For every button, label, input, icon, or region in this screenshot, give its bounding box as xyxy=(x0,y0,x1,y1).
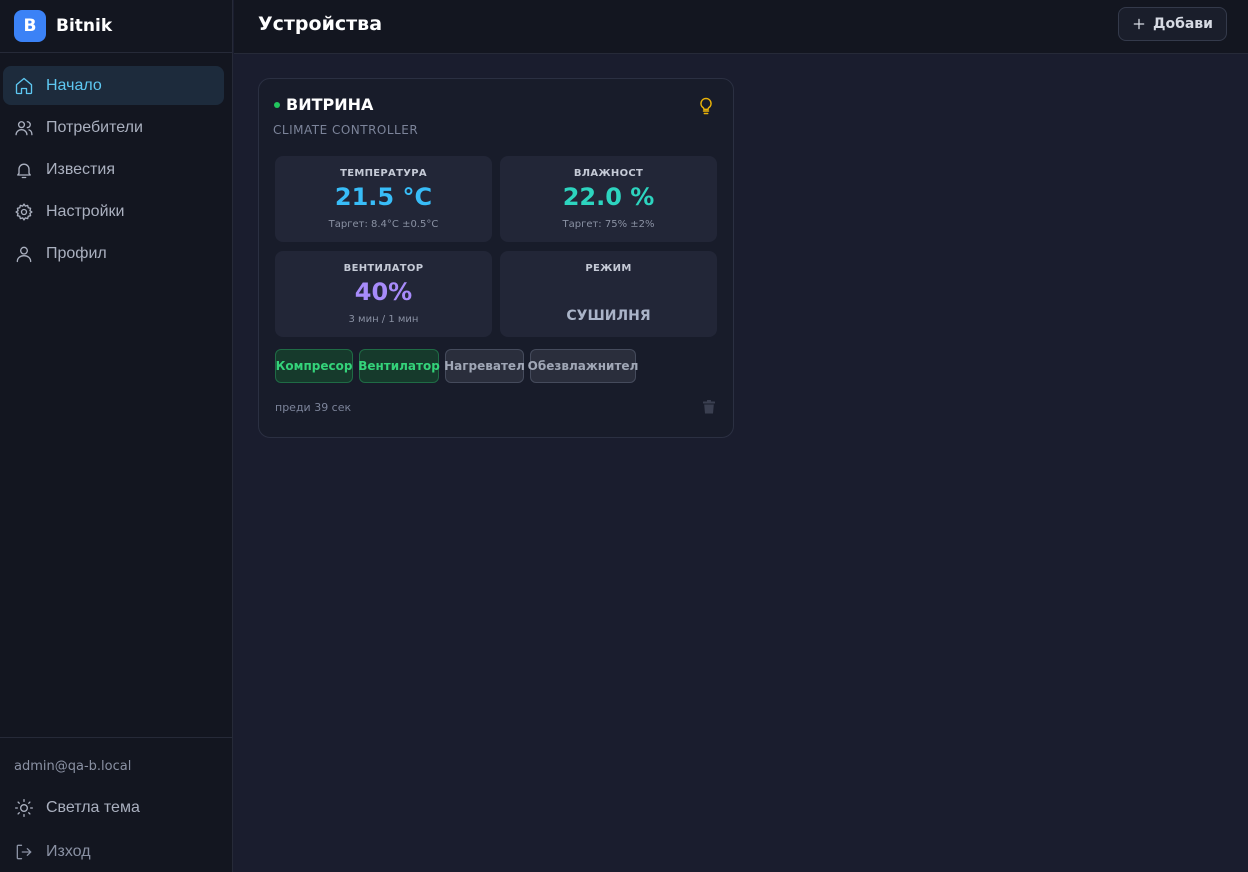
relay-fan[interactable]: Вентилатор xyxy=(358,349,440,383)
device-card[interactable]: ВИТРИНА CLIMATE CONTROLLER ТЕМПЕРАТУРА 2… xyxy=(258,78,734,438)
app-logo: B xyxy=(14,10,46,42)
relay-compressor[interactable]: Компресор xyxy=(275,349,353,383)
status-dot xyxy=(274,102,280,108)
fan-tile: ВЕНТИЛАТОР 40% 3 мин / 1 мин xyxy=(275,251,492,337)
gear-icon xyxy=(14,202,34,222)
sidebar-item-label: Начало xyxy=(46,76,102,94)
fan-value: 40% xyxy=(354,278,413,306)
humidity-target: Таргет: 75% ±2% xyxy=(562,219,655,230)
theme-toggle-label: Светла тема xyxy=(46,799,140,816)
page-title: Устройства xyxy=(258,13,383,35)
sidebar-item-settings[interactable]: Настройки xyxy=(3,192,224,231)
sidebar-nav: Начало Потребители Известия Настройки Пр… xyxy=(0,53,232,273)
sidebar-item-label: Потребители xyxy=(46,118,143,136)
app-name: Bitnik xyxy=(56,16,113,36)
fan-cycle: 3 мин / 1 мин xyxy=(348,314,419,325)
sidebar-item-profile[interactable]: Профил xyxy=(3,234,224,273)
user-icon xyxy=(14,244,34,264)
logout-label: Изход xyxy=(46,843,91,860)
home-icon xyxy=(14,76,34,96)
relay-heater[interactable]: Нагревател xyxy=(444,349,525,383)
brand: B Bitnik xyxy=(0,0,232,53)
temperature-target: Таргет: 8.4°C ±0.5°C xyxy=(328,219,439,230)
topbar: Устройства Добави xyxy=(234,0,1248,54)
sidebar-item-label: Профил xyxy=(46,244,107,262)
temperature-tile: ТЕМПЕРАТУРА 21.5 °C Таргет: 8.4°C ±0.5°C xyxy=(275,156,492,242)
plus-icon xyxy=(1132,17,1146,31)
sidebar-item-label: Известия xyxy=(46,160,115,178)
metric-label: ТЕМПЕРАТУРА xyxy=(340,168,427,179)
metric-label: РЕЖИМ xyxy=(585,263,632,274)
users-icon xyxy=(14,118,34,138)
logout-button[interactable]: Изход xyxy=(14,842,91,862)
sidebar-item-home[interactable]: Начало xyxy=(3,66,224,105)
sidebar-item-users[interactable]: Потребители xyxy=(3,108,224,147)
trash-icon[interactable] xyxy=(703,399,715,414)
sidebar-item-notifications[interactable]: Известия xyxy=(3,150,224,189)
device-name: ВИТРИНА xyxy=(286,95,374,114)
add-device-button[interactable]: Добави xyxy=(1118,7,1227,41)
humidity-value: 22.0 % xyxy=(562,183,655,211)
humidity-tile: ВЛАЖНОСТ 22.0 % Таргет: 75% ±2% xyxy=(500,156,717,242)
mode-tile: РЕЖИМ СУШИЛНЯ xyxy=(500,251,717,337)
temperature-value: 21.5 °C xyxy=(334,183,433,211)
sidebar-footer: admin@qa-b.local Светла тема Изход xyxy=(0,737,232,872)
sun-icon xyxy=(14,798,34,818)
sidebar-item-label: Настройки xyxy=(46,202,125,220)
theme-toggle-button[interactable]: Светла тема xyxy=(14,798,140,818)
relay-dehumidifier[interactable]: Обезвлажнител xyxy=(528,349,638,383)
logout-icon xyxy=(14,842,34,862)
mode-value: СУШИЛНЯ xyxy=(566,308,651,324)
metric-label: ВЛАЖНОСТ xyxy=(573,168,644,179)
last-updated: преди 39 сек xyxy=(275,401,352,414)
bell-icon xyxy=(14,160,34,180)
device-type: CLIMATE CONTROLLER xyxy=(273,123,419,137)
metric-label: ВЕНТИЛАТОР xyxy=(343,263,424,274)
lightbulb-icon[interactable] xyxy=(696,96,716,116)
sidebar: B Bitnik Начало Потребители Известия Нас… xyxy=(0,0,233,872)
user-email: admin@qa-b.local xyxy=(14,759,132,774)
add-button-label: Добави xyxy=(1153,16,1213,32)
